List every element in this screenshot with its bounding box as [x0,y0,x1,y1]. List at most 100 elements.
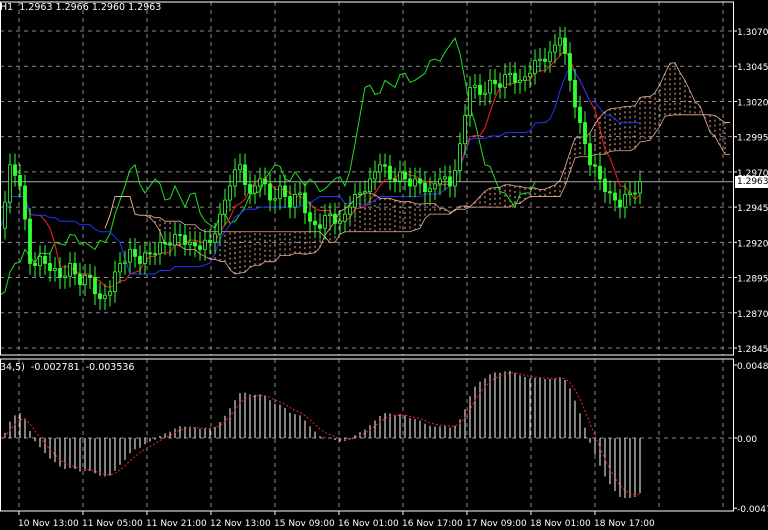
candle-body [433,183,437,190]
indicator-lines [0,36,731,296]
close-value: 1.2963 [128,2,162,13]
price-tick-label: 1.2895 [737,275,768,285]
candle-body [203,239,207,250]
candle-body [588,143,592,166]
time-tick-label: 11 Nov 05:00 [82,519,143,529]
candle-body [208,239,212,243]
price-chart[interactable]: 1.30701.30451.30201.29951.29701.29451.29… [0,0,768,530]
candle-body [558,37,562,46]
candle-body [73,263,77,275]
candle-body [563,37,567,54]
time-tick-label: 10 Nov 13:00 [18,519,79,529]
candle-body [553,44,557,53]
candle-body [493,79,497,85]
candle-body [398,171,402,182]
candle-body [403,171,407,180]
candle-body [388,165,392,180]
macd-signal-line [0,372,641,496]
tenkan-sen-line [0,48,641,288]
candle-body [423,182,427,193]
candle-body [28,218,32,264]
candle-body [8,164,12,203]
candle-body [158,241,162,255]
candle-body [368,178,372,193]
candle-body [248,184,252,194]
low-value: 1.2960 [91,2,126,13]
candle-body [378,164,382,173]
candle-body [463,115,467,145]
candle-body [438,178,442,185]
time-tick-label: 18 Nov 17:00 [594,519,655,529]
time-tick-label: 16 Nov 01:00 [338,519,399,529]
candle-body [288,196,292,208]
candle-body [483,92,487,95]
candle-body [68,263,72,277]
candle-body [358,192,362,195]
candle-body [548,51,552,62]
candle-body [268,183,272,201]
candle-body [273,198,277,201]
candle-body [133,248,137,257]
candle-body [263,178,267,185]
candle-body [628,192,632,195]
candle-body [3,201,7,229]
candle-body [123,261,127,264]
candle-body [298,192,302,195]
candle-body [373,171,377,180]
price-tick-label: 1.3070 [737,28,768,38]
candle-body [343,213,347,222]
candle-body [333,213,337,224]
macd-info: 34,5) -0.002781 -0.003536 [0,362,134,373]
time-tick-label: 16 Nov 17:00 [402,519,463,529]
candle-body [253,185,257,194]
candle-body [413,178,417,187]
candle-body [338,220,342,224]
candle-body [623,194,627,208]
candle-body [428,188,432,193]
candle-body [48,263,52,271]
candle-body [528,72,532,78]
candle-body [383,164,387,167]
candle-body [218,213,222,235]
candle-body [478,84,482,95]
price-tick-label: 1.3020 [737,98,768,108]
kijun-sen-line [0,65,640,275]
candle-body [538,58,542,61]
candle-body [148,252,152,255]
candle-body [23,185,27,220]
chart-info: H1 1.2963 1.2966 1.2960 1.2963 [0,2,161,13]
candle-body [608,191,612,194]
candle-body [113,271,117,293]
candle-body [598,165,602,180]
candle-body [143,252,147,264]
time-tick-label: 12 Nov 13:00 [210,519,271,529]
candle-body [153,253,157,256]
candle-body [578,106,582,123]
candle-body [318,224,322,229]
candle-body [198,245,202,250]
candle-body [638,181,642,194]
candle-body [503,74,507,88]
price-tick-label: 1.2995 [737,134,768,144]
candle-body [53,267,57,271]
macd-tick-label: 0.00489 [737,362,768,372]
candle-body [83,275,87,286]
candle-body [138,256,142,264]
candle-body [448,176,452,187]
symbol-period: H1 [0,2,14,13]
candle-body [278,185,282,200]
macd-tick-label: -0.0047 [737,505,768,515]
macd-tick-label: 0.00 [737,435,757,445]
macd-frame [0,358,734,512]
candle-body [213,233,217,243]
candle-body [308,212,312,222]
candle-body [223,199,227,215]
time-tick-label: 18 Nov 01:00 [530,519,591,529]
candle-body [58,267,62,278]
candle-body [118,263,122,273]
candle-body [353,194,357,208]
candle-body [523,76,527,81]
candle-body [283,185,287,197]
candle-body [193,241,197,247]
candle-body [293,194,297,208]
